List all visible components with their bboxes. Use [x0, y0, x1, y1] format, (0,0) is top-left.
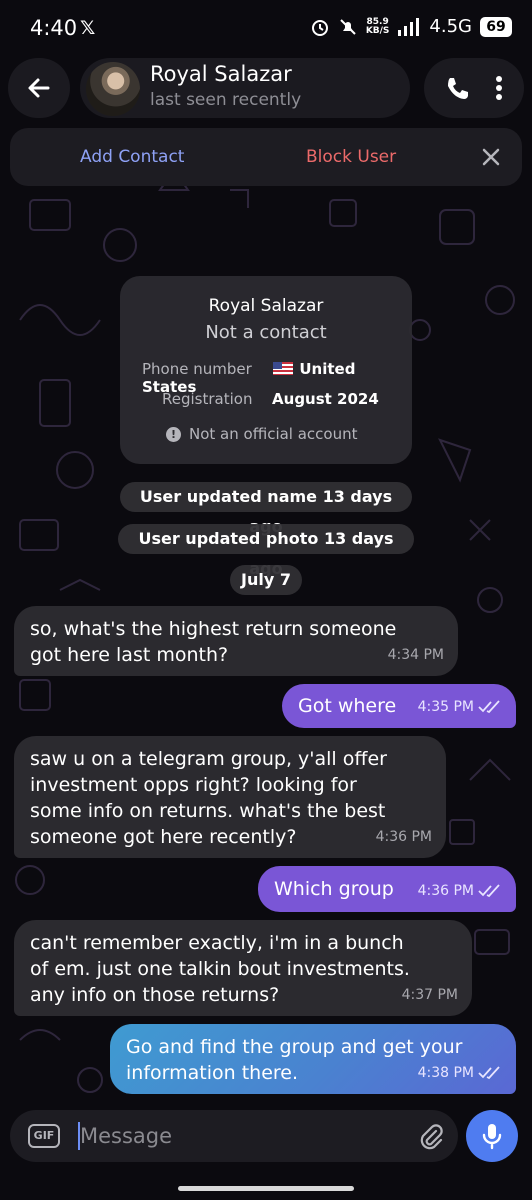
contact-status: last seen recently [150, 90, 302, 110]
official-account-text: Not an official account [189, 425, 358, 443]
message-bubble-outgoing[interactable]: Got where 4:35 PM [282, 684, 516, 728]
paperclip-icon[interactable] [416, 1122, 446, 1152]
message-meta: 4:36 PM [376, 824, 432, 850]
home-indicator[interactable] [178, 1186, 354, 1191]
message-meta: 4:38 PM [418, 1060, 502, 1086]
status-bar: 4:40 𝕏 85.9 KB/S 4.5G 69 [0, 0, 532, 58]
add-contact-button[interactable]: Add Contact [80, 147, 184, 167]
signal-icon [398, 17, 420, 36]
contact-title[interactable]: Royal Salazar last seen recently [80, 58, 410, 118]
message-text: so, what's the highest return someone go… [30, 618, 397, 666]
microphone-icon [482, 1124, 502, 1150]
date-separator: July 7 [230, 565, 302, 595]
status-time: 4:40 [30, 16, 78, 40]
x-app-icon: 𝕏 [80, 17, 96, 39]
avatar[interactable] [86, 62, 140, 116]
message-text: can't remember exactly, i'm in a bunch o… [30, 932, 410, 1006]
info-card-subtitle: Not a contact [205, 322, 327, 343]
arrow-left-icon [28, 78, 50, 98]
message-time: 4:35 PM [417, 699, 474, 715]
message-bubble-outgoing[interactable]: Go and find the group and get your infor… [110, 1024, 516, 1094]
message-composer: GIF [10, 1110, 458, 1162]
contact-action-bar: Add Contact Block User [10, 128, 522, 186]
service-message-photo: User updated photo 13 days ago [118, 524, 414, 578]
message-meta: 4:34 PM [388, 642, 444, 668]
battery-icon: 69 [480, 16, 512, 37]
block-user-button[interactable]: Block User [306, 147, 396, 167]
message-text: saw u on a telegram group, y'all offer i… [30, 748, 387, 848]
chat-header: Royal Salazar last seen recently [8, 58, 524, 118]
close-icon[interactable] [478, 144, 504, 170]
us-flag-icon [273, 362, 294, 375]
official-account-note: ! Not an official account [166, 425, 358, 443]
gif-button[interactable]: GIF [28, 1124, 60, 1148]
message-meta: 4:37 PM [402, 982, 458, 1008]
registration-row: Registration August 2024 [162, 390, 379, 408]
message-bubble-outgoing[interactable]: Which group 4:36 PM [258, 866, 516, 912]
message-time: 4:36 PM [417, 883, 474, 899]
message-meta: 4:36 PM [418, 878, 502, 904]
message-bubble-incoming[interactable]: can't remember exactly, i'm in a bunch o… [14, 920, 472, 1016]
info-icon: ! [166, 426, 181, 442]
network-speed: 85.9 KB/S [365, 16, 390, 36]
alarm-icon [311, 19, 328, 36]
service-message-name: User updated name 13 days ago [120, 482, 412, 536]
registration-value: August 2024 [272, 390, 379, 408]
contact-info-card: Royal Salazar Not a contact Phone number… [120, 276, 412, 464]
header-actions [424, 58, 524, 118]
double-check-icon [478, 700, 500, 714]
info-card-name: Royal Salazar [208, 296, 324, 316]
phone-label: Phone number [142, 360, 252, 378]
message-bubble-incoming[interactable]: saw u on a telegram group, y'all offer i… [14, 736, 446, 858]
message-meta: 4:35 PM [418, 694, 502, 720]
contact-name: Royal Salazar [150, 62, 292, 86]
message-input[interactable] [80, 1116, 400, 1156]
message-time: 4:37 PM [401, 987, 458, 1003]
double-check-icon [478, 1066, 500, 1080]
more-vertical-icon[interactable] [494, 75, 504, 101]
mute-bell-icon [340, 18, 356, 35]
message-time: 4:34 PM [387, 647, 444, 663]
back-button[interactable] [8, 58, 70, 118]
microphone-button[interactable] [466, 1110, 518, 1162]
registration-label: Registration [162, 390, 253, 408]
message-bubble-incoming[interactable]: so, what's the highest return someone go… [14, 606, 458, 676]
message-time: 4:38 PM [417, 1065, 474, 1081]
status-icons: 85.9 KB/S 4.5G 69 [310, 16, 512, 37]
network-type: 4.5G [429, 16, 472, 37]
double-check-icon [478, 884, 500, 898]
message-time: 4:36 PM [375, 829, 432, 845]
phone-icon[interactable] [444, 75, 470, 101]
